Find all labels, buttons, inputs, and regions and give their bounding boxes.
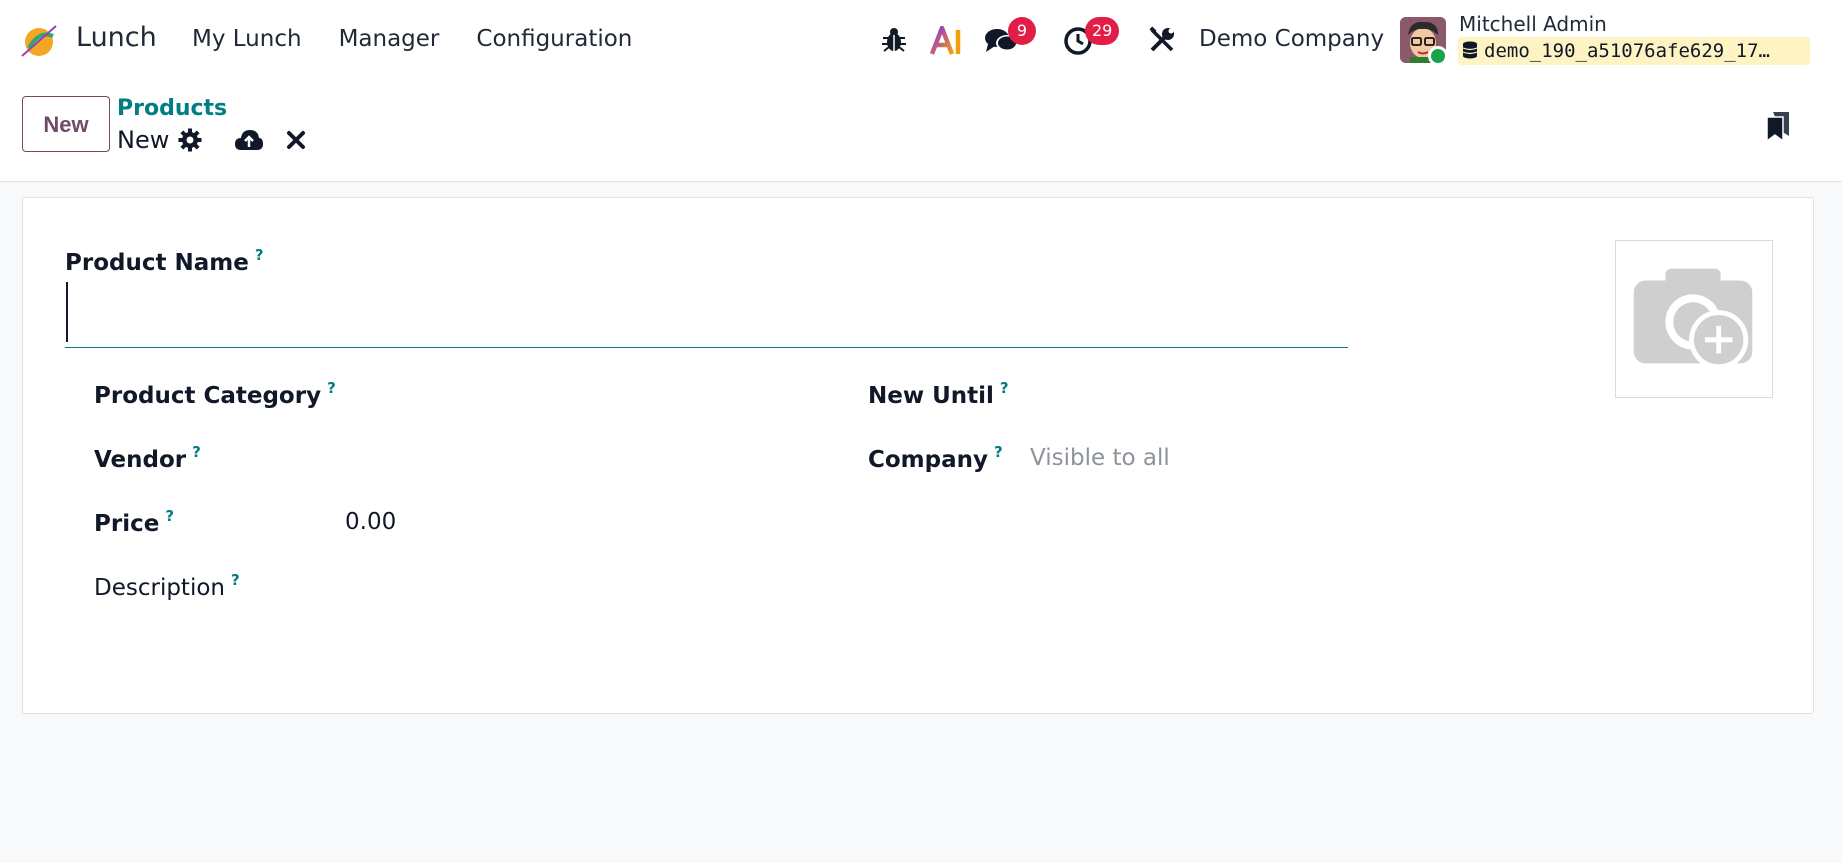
menu-my-lunch[interactable]: My Lunch xyxy=(192,26,302,52)
vendor-label: Vendor? xyxy=(94,443,201,473)
bug-icon[interactable] xyxy=(880,26,908,54)
help-tooltip[interactable]: ? xyxy=(231,571,240,589)
text-cursor xyxy=(66,282,68,342)
database-icon xyxy=(1462,41,1478,59)
help-tooltip[interactable]: ? xyxy=(994,443,1003,461)
help-tooltip[interactable]: ? xyxy=(1000,379,1009,397)
top-navbar: Lunch My Lunch Manager Configuration 9 2… xyxy=(0,0,1842,80)
messages-badge[interactable]: 9 xyxy=(1008,17,1036,45)
new-until-label: New Until? xyxy=(868,379,1009,409)
menu-configuration[interactable]: Configuration xyxy=(476,26,632,52)
app-name[interactable]: Lunch xyxy=(76,22,157,53)
activities-badge[interactable]: 29 xyxy=(1085,17,1120,45)
company-switcher[interactable]: Demo Company xyxy=(1199,26,1384,52)
tools-icon[interactable] xyxy=(1148,26,1176,54)
record-title: New xyxy=(117,126,170,154)
price-label: Price? xyxy=(94,507,175,537)
database-name: demo_190_a51076afe629_17… xyxy=(1484,40,1770,62)
help-tooltip[interactable]: ? xyxy=(255,246,264,264)
bookmark-icon[interactable] xyxy=(1765,110,1791,142)
camera-plus-icon xyxy=(1633,268,1753,370)
new-record-button[interactable]: New xyxy=(22,96,110,152)
ai-icon[interactable] xyxy=(930,26,964,56)
close-icon[interactable] xyxy=(285,129,307,151)
company-field[interactable]: Visible to all xyxy=(1030,445,1170,471)
product-category-label: Product Category? xyxy=(94,379,336,409)
breadcrumb-products[interactable]: Products xyxy=(117,96,227,121)
product-name-label: Product Name? xyxy=(65,246,264,276)
description-label: Description? xyxy=(94,571,240,601)
app-logo-icon[interactable] xyxy=(20,22,58,60)
online-status-indicator xyxy=(1428,46,1448,66)
product-image-uploader[interactable] xyxy=(1615,240,1773,398)
gear-icon[interactable] xyxy=(178,128,202,152)
control-panel: New Products New xyxy=(0,80,1842,182)
menu-manager[interactable]: Manager xyxy=(339,26,440,52)
help-tooltip[interactable]: ? xyxy=(327,379,336,397)
main-menu: My Lunch Manager Configuration xyxy=(192,26,669,52)
product-name-input[interactable] xyxy=(65,280,1348,348)
help-tooltip[interactable]: ? xyxy=(192,443,201,461)
cloud-upload-icon[interactable] xyxy=(234,128,264,152)
price-field[interactable]: 0.00 xyxy=(345,509,396,535)
help-tooltip[interactable]: ? xyxy=(165,507,174,525)
form-sheet: Product Name? Product Category? Vendor? … xyxy=(22,197,1814,714)
company-label: Company? xyxy=(868,443,1003,473)
database-badge[interactable]: demo_190_a51076afe629_17… xyxy=(1458,37,1810,65)
user-name[interactable]: Mitchell Admin xyxy=(1459,12,1607,36)
